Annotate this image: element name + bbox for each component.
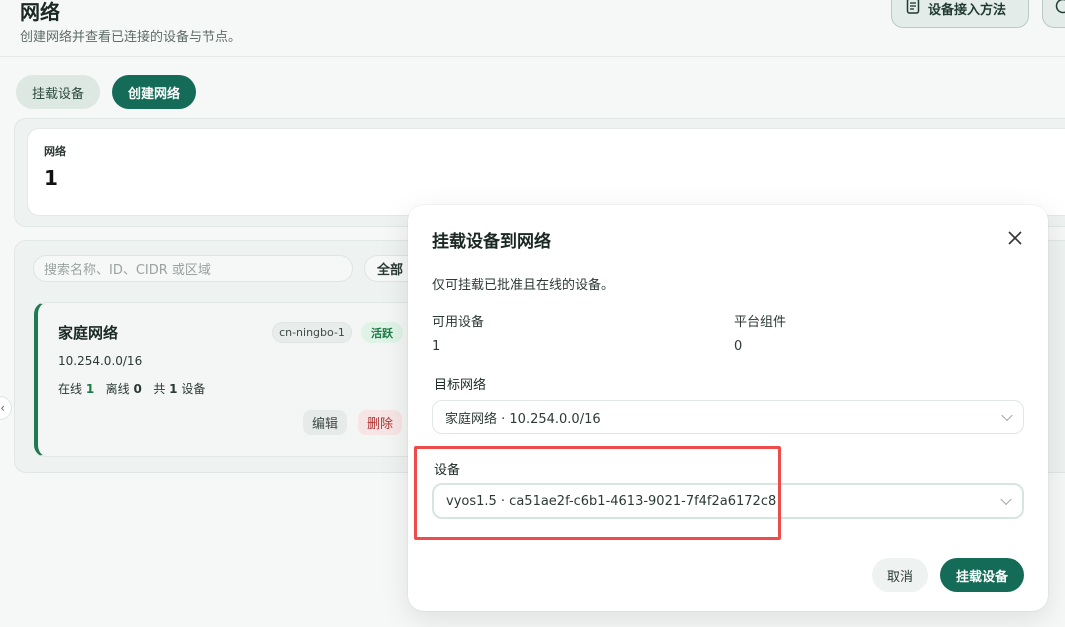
dialog-description: 仅可挂载已批准且在线的设备。 — [432, 278, 615, 293]
confirm-mount-button[interactable]: 挂载设备 — [940, 558, 1024, 592]
highlight-box — [414, 446, 781, 540]
dialog-title: 挂载设备到网络 — [432, 232, 551, 252]
platform-components-value: 0 — [734, 339, 743, 354]
chevron-down-icon — [1000, 493, 1012, 506]
cancel-button[interactable]: 取消 — [872, 558, 928, 592]
platform-components-label: 平台组件 — [734, 315, 787, 330]
target-network-label: 目标网络 — [434, 378, 487, 393]
available-devices-label: 可用设备 — [432, 315, 485, 330]
available-devices-value: 1 — [432, 339, 441, 354]
close-icon[interactable] — [1004, 227, 1026, 249]
target-network-value: 家庭网络 · 10.254.0.0/16 — [445, 411, 601, 427]
chevron-down-icon — [1001, 409, 1013, 422]
target-network-select[interactable]: 家庭网络 · 10.254.0.0/16 — [432, 400, 1024, 434]
mount-device-dialog: 挂载设备到网络 仅可挂载已批准且在线的设备。 可用设备 1 平台组件 0 目标网… — [408, 205, 1048, 611]
